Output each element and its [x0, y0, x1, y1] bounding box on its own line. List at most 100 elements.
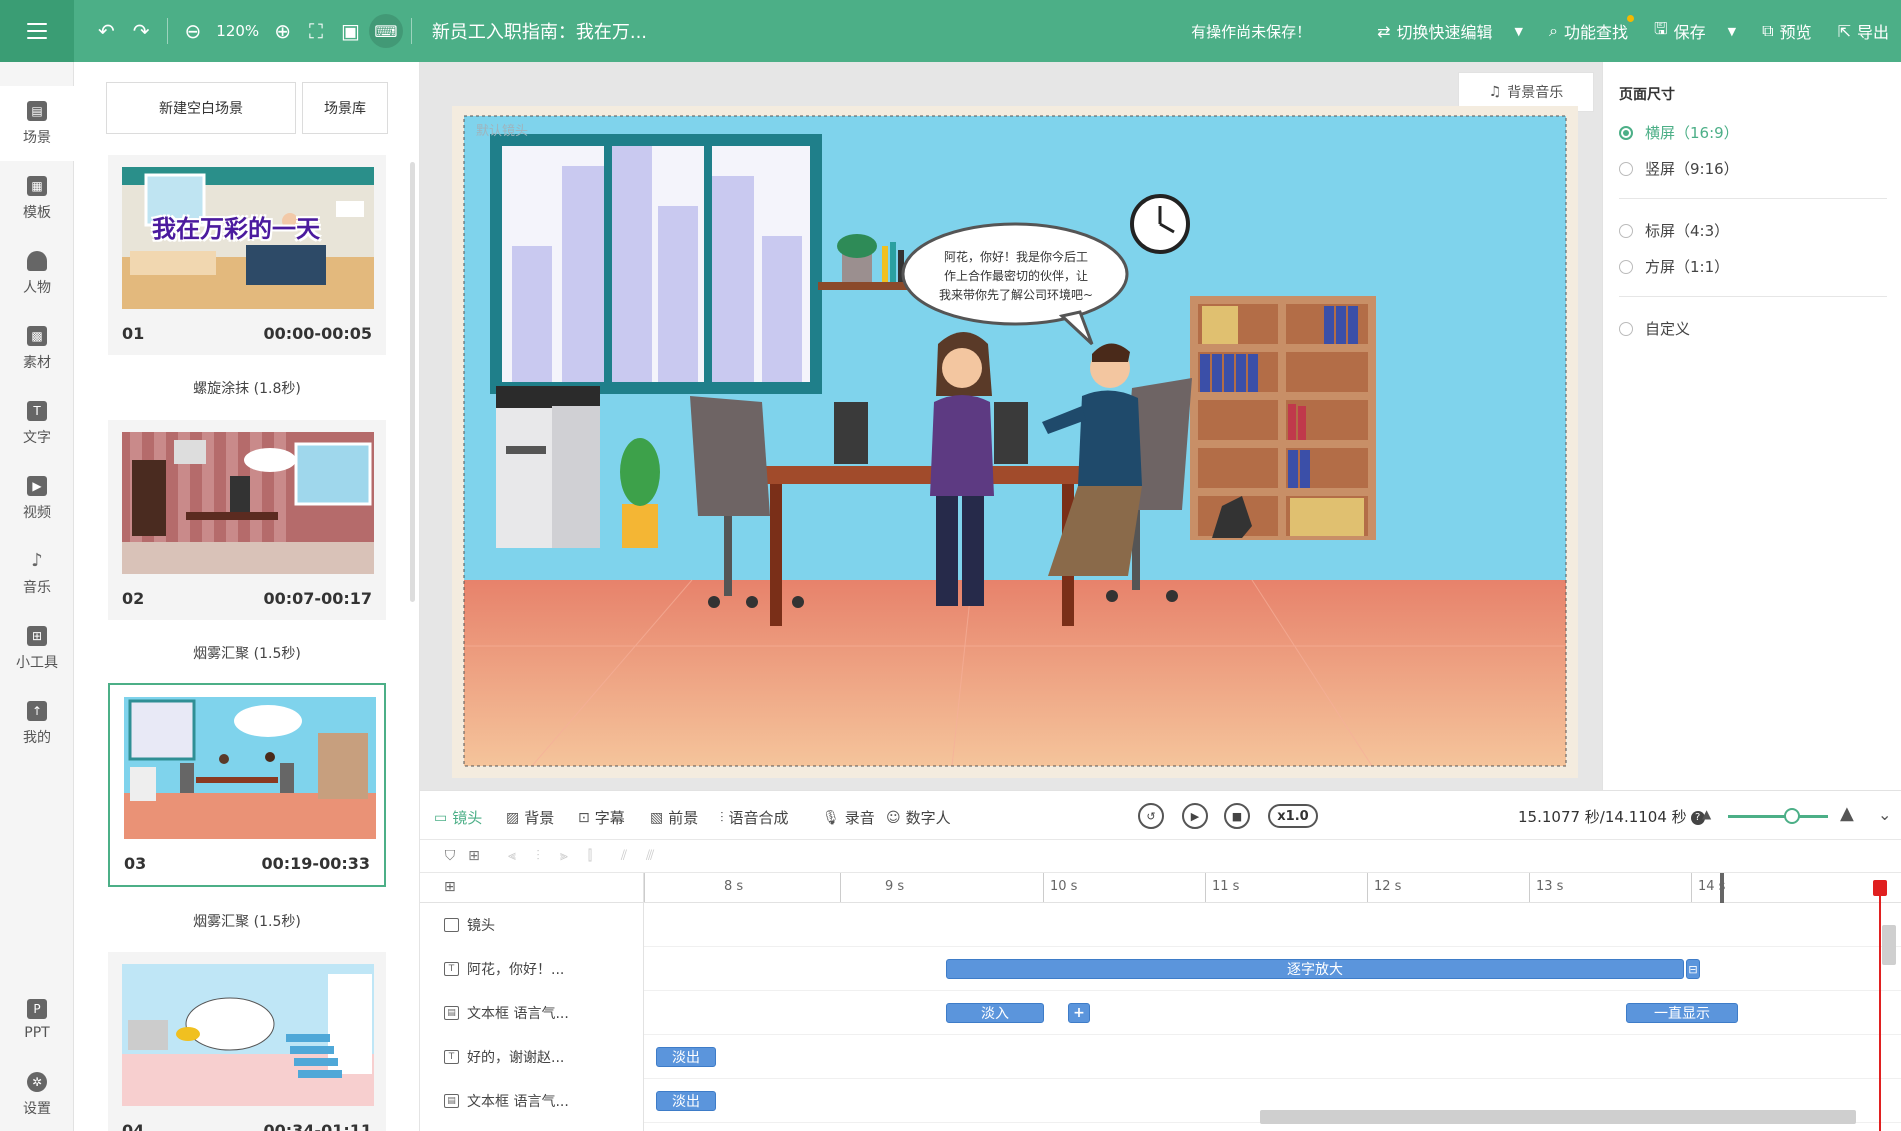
nav-item-settings[interactable]: ✲ 设置 [0, 1057, 74, 1131]
playhead-handle[interactable] [1873, 880, 1887, 896]
scene-canvas[interactable]: 默认镜头 阿花，你好！我是你今后工 作上合作最密切的伙伴，让 我来带你先了解公司… [452, 106, 1578, 778]
scene-card[interactable]: 我在万彩的一天 01 00:00-00:05 [108, 155, 386, 355]
save-button[interactable]: 🖫 保存 ▼ [1654, 18, 1736, 45]
group-icon[interactable]: ⊞ [466, 848, 482, 864]
clip-always-show[interactable]: 一直显示 [1626, 1003, 1738, 1023]
filter-icon[interactable]: ⛉ [442, 848, 458, 864]
scene-scrollbar[interactable] [410, 162, 415, 602]
scene-library-button[interactable]: 场景库 [302, 82, 388, 134]
clip-fade-out[interactable]: 淡出 [656, 1047, 716, 1067]
merge-icon[interactable]: ⫻ [642, 848, 658, 864]
nav-item-ppt[interactable]: P PPT [0, 982, 74, 1057]
timeline-zoom-slider[interactable] [1728, 815, 1828, 818]
nav-item-scene[interactable]: ▤ 场景 [0, 86, 74, 161]
nav-item-music[interactable]: ♪ 音乐 [0, 536, 74, 611]
tab-foreground[interactable]: ▧ 前景 [650, 807, 698, 828]
page-size-option-1x1[interactable]: 方屏（1:1） [1619, 256, 1729, 277]
track-label-lens[interactable]: 镜头 [444, 903, 495, 947]
text-icon: T [444, 962, 459, 976]
keyboard-icon[interactable]: ⌨ [368, 14, 403, 48]
time-marker[interactable] [1720, 873, 1724, 903]
undo-icon[interactable]: ↶ [98, 21, 115, 41]
redo-icon[interactable]: ↷ [133, 21, 150, 41]
tab-voice-synthesis[interactable]: ⫶ 语音合成 [720, 807, 789, 828]
add-animation-button[interactable]: + [1068, 1003, 1090, 1023]
nav-item-mine[interactable]: ↑ 我的 [0, 686, 74, 761]
zoom-in-icon[interactable]: ⊕ [274, 21, 291, 41]
replay-icon[interactable]: ↺ [1138, 803, 1164, 829]
align-right-icon[interactable]: ⫸ [556, 848, 572, 864]
clip-fade-in[interactable]: 淡入 [946, 1003, 1044, 1023]
time-ruler[interactable]: 8 s 9 s 10 s 11 s 12 s 13 s 14 s [644, 873, 1901, 903]
chevron-down-icon[interactable]: ▼ [1515, 25, 1523, 38]
track-row-textbox-1[interactable]: 淡入 + 一直显示 [644, 991, 1901, 1035]
scene-icon: ▤ [27, 100, 47, 121]
play-icon[interactable]: ▶ [1182, 803, 1208, 829]
page-size-option-16x9[interactable]: 横屏（16:9） [1619, 122, 1739, 143]
layout-icon[interactable]: ⊞ [444, 879, 456, 895]
scene-transition[interactable]: 烟雾汇聚 (1.5秒) [108, 643, 386, 663]
preview-button[interactable]: ⧉ 预览 [1762, 19, 1811, 43]
track-label-textbox-2[interactable]: ▤ 文本框 语言气... [444, 1079, 569, 1123]
export-button[interactable]: ⇱ 导出 [1838, 19, 1889, 43]
quick-edit-button[interactable]: ⇄ 切换快速编辑 ▼ [1377, 19, 1523, 43]
align-left-icon[interactable]: ⫷ [504, 848, 520, 864]
nav-item-text[interactable]: T 文字 [0, 386, 74, 461]
fit-screen-icon[interactable]: ▣ [341, 21, 360, 41]
track-label-textbox-1[interactable]: ▤ 文本框 语言气... [444, 991, 569, 1035]
document-title[interactable]: 新员工入职指南：我在万... [432, 18, 647, 44]
zoom-in-mountain-icon[interactable]: ▲ [1840, 803, 1854, 824]
clip-end-handle[interactable]: ⊟ [1686, 959, 1700, 979]
scene-card[interactable]: 02 00:07-00:17 [108, 420, 386, 620]
playback-speed-button[interactable]: x1.0 [1268, 804, 1318, 828]
top-toolbar: ↶ ↷ ⊖ 120% ⊕ ⛶ ▣ ⌨ 新员工入职指南：我在万... 有操作尚未保… [0, 0, 1901, 62]
nav-item-template[interactable]: ▦ 模板 [0, 161, 74, 236]
scene-card-selected[interactable]: 03 00:19-00:33 [108, 683, 386, 887]
playhead[interactable] [1879, 880, 1881, 1131]
nav-item-toolbox[interactable]: ⊞ 小工具 [0, 611, 74, 686]
textbox-icon: ▤ [444, 1006, 459, 1020]
page-size-option-9x16[interactable]: 竖屏（9:16） [1619, 158, 1739, 179]
gear-icon: ✲ [27, 1071, 47, 1092]
new-blank-scene-button[interactable]: 新建空白场景 [106, 82, 296, 134]
tab-subtitle[interactable]: ⊡ 字幕 [578, 807, 625, 828]
feature-search-button[interactable]: ⌕ 功能查找 [1549, 15, 1635, 43]
page-size-option-custom[interactable]: 自定义 [1619, 318, 1690, 339]
background-icon: ▨ [506, 809, 520, 826]
track-label-text-2[interactable]: T 好的，谢谢赵... [444, 1035, 564, 1079]
track-row-text-2[interactable]: 淡出 [644, 1035, 1901, 1079]
track-row-lens[interactable] [644, 903, 1901, 947]
scene-transition[interactable]: 烟雾汇聚 (1.5秒) [108, 911, 386, 931]
timeline-zoom-knob[interactable] [1784, 808, 1800, 824]
tab-background[interactable]: ▨ 背景 [506, 807, 554, 828]
stop-icon[interactable]: ■ [1224, 803, 1250, 829]
chevron-down-icon[interactable]: ▼ [1728, 25, 1736, 38]
nav-item-video[interactable]: ▶ 视频 [0, 461, 74, 536]
distribute-icon[interactable]: ⫿ [582, 848, 598, 864]
tab-record[interactable]: 🎙 录音 [822, 807, 875, 828]
timeline-horizontal-scrollbar[interactable] [1260, 1110, 1856, 1124]
collapse-icon[interactable]: ⌄ [1878, 805, 1891, 824]
zoom-out-mountain-icon[interactable]: ▲ [1702, 807, 1711, 821]
split-icon[interactable]: ⫽ [616, 848, 632, 864]
clip-typewriter-zoom[interactable]: 逐字放大 [946, 959, 1684, 979]
page-size-option-4x3[interactable]: 标屏（4:3） [1619, 220, 1729, 241]
ruler-tick [644, 873, 645, 902]
zoom-out-icon[interactable]: ⊖ [185, 21, 202, 41]
tab-lens[interactable]: ▭ 镜头 [434, 807, 482, 828]
tab-digital-human[interactable]: ☺ 数字人 [886, 807, 951, 828]
align-center-icon[interactable]: ⫶ [530, 848, 546, 864]
nav-item-person[interactable]: 人物 [0, 236, 74, 311]
scene-transition[interactable]: 螺旋涂抹 (1.8秒) [108, 378, 386, 398]
timeline-vertical-scrollbar[interactable] [1882, 925, 1896, 965]
track-row-text-1[interactable]: 逐字放大 ⊟ [644, 947, 1901, 991]
fullscreen-icon[interactable]: ⛶ [309, 21, 323, 41]
menu-button[interactable] [0, 0, 74, 62]
scene-card[interactable]: 04 00:34-01:11 [108, 952, 386, 1131]
clip-fade-out[interactable]: 淡出 [656, 1091, 716, 1111]
divider [1619, 198, 1887, 199]
divider [1619, 296, 1887, 297]
ruler-label: 12 s [1374, 879, 1402, 894]
track-label-text-1[interactable]: T 阿花，你好！... [444, 947, 564, 991]
nav-item-material[interactable]: ▩ 素材 [0, 311, 74, 386]
